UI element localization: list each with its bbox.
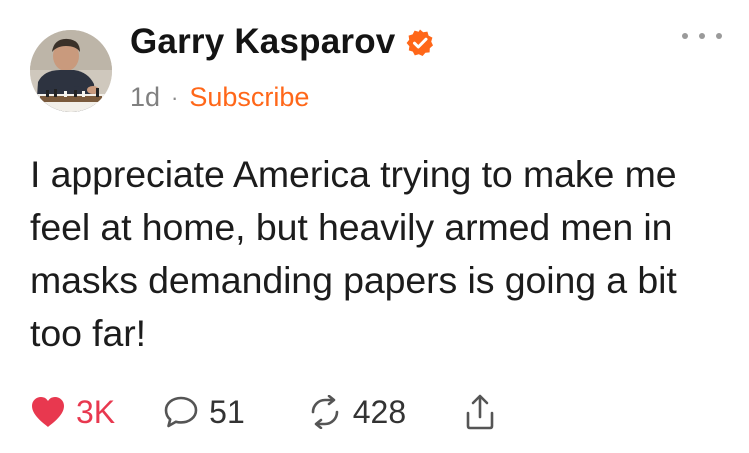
more-dot-icon	[699, 33, 705, 39]
share-button[interactable]	[464, 394, 496, 430]
avatar-photo	[30, 30, 112, 112]
action-bar: 3K 51 428	[30, 388, 496, 436]
comment-bubble-icon	[164, 396, 198, 428]
meta-separator: ·	[171, 84, 179, 110]
author-name-row: Garry Kasparov	[130, 22, 435, 62]
post-card: Garry Kasparov 1d · Subscribe I apprecia…	[0, 0, 749, 453]
restack-button[interactable]: 428	[307, 394, 406, 431]
like-button[interactable]: 3K	[30, 394, 115, 431]
more-dot-icon	[716, 33, 722, 39]
like-count: 3K	[76, 393, 116, 430]
comment-button[interactable]: 51	[163, 394, 245, 431]
heart-icon	[32, 397, 64, 427]
restack-count: 428	[352, 393, 407, 430]
post-meta: 1d · Subscribe	[130, 82, 309, 113]
post-text: I appreciate America trying to make me f…	[30, 153, 677, 354]
subscribe-link[interactable]: Subscribe	[189, 82, 309, 113]
verified-check-icon	[405, 27, 435, 57]
author-avatar[interactable]	[30, 30, 112, 112]
more-options-button[interactable]	[682, 26, 722, 46]
more-dot-icon	[682, 33, 688, 39]
comment-count: 51	[209, 393, 245, 430]
restack-icon	[311, 395, 339, 429]
share-icon	[466, 394, 494, 430]
post-time: 1d	[130, 82, 161, 112]
author-name[interactable]: Garry Kasparov	[130, 22, 395, 62]
